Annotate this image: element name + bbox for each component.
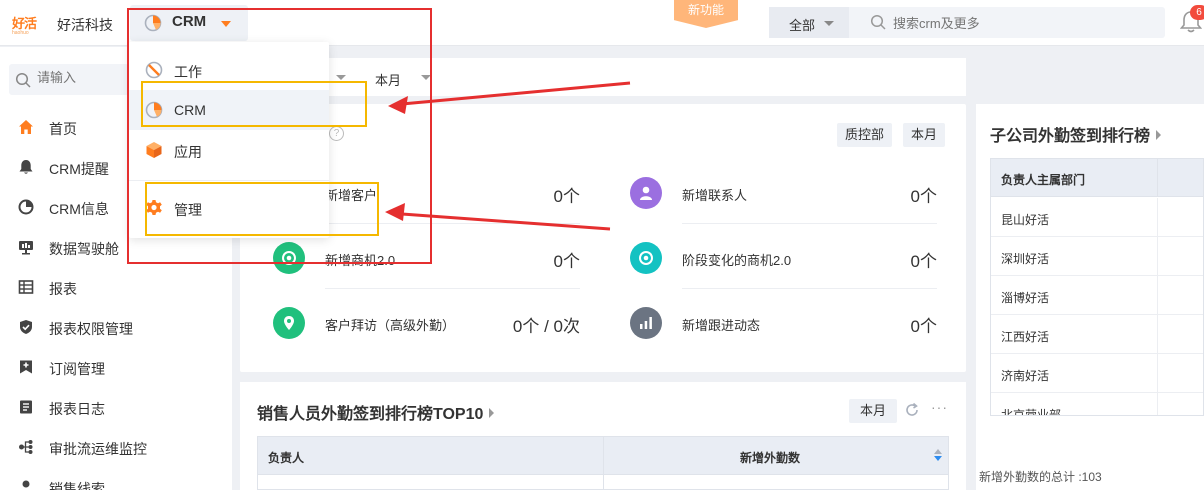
annotation-arrows: [385, 81, 631, 231]
annotation-arrowhead: [388, 96, 408, 114]
annotation-arrowhead: [385, 203, 405, 221]
annotation-arrow: [401, 81, 631, 106]
annotation-arrow: [401, 212, 611, 231]
